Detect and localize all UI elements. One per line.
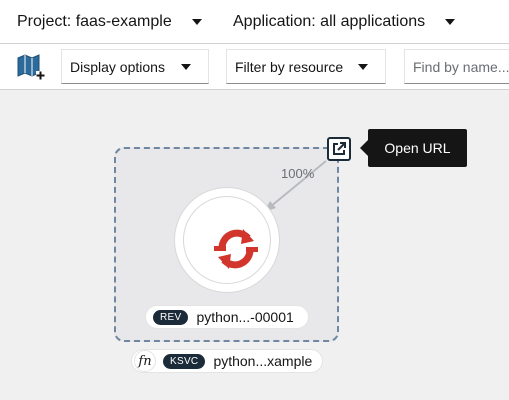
external-link-icon — [333, 142, 346, 155]
traffic-percent-label: 100% — [281, 166, 315, 181]
caret-down-icon — [181, 63, 191, 70]
function-icon: fn — [134, 350, 156, 372]
display-options-dropdown[interactable]: Display options — [61, 49, 209, 84]
caret-down-icon — [191, 19, 202, 25]
topology-toolbar: Display options Filter by resource — [0, 44, 509, 90]
revision-name: python...-00001 — [196, 309, 294, 325]
project-bar: Project: faas-example Application: all a… — [0, 0, 509, 44]
open-url-tooltip-text: Open URL — [384, 140, 451, 156]
service-label[interactable]: fn KSVC python...xample — [131, 349, 323, 373]
open-url-tooltip: Open URL — [368, 129, 467, 167]
service-name: python...xample — [213, 353, 313, 369]
caret-down-icon — [445, 19, 456, 25]
filter-by-resource-dropdown[interactable]: Filter by resource — [226, 49, 386, 84]
find-by-name-input[interactable] — [404, 49, 509, 84]
revision-node[interactable] — [174, 187, 280, 293]
openshift-serverless-logo-icon — [214, 229, 258, 269]
revision-label[interactable]: REV python...-00001 — [145, 305, 309, 329]
caret-down-icon — [358, 63, 368, 70]
open-url-button[interactable] — [327, 137, 351, 161]
revision-node-ring — [183, 196, 271, 284]
application-dropdown-label: Application: all applications — [233, 13, 426, 30]
ksvc-badge: KSVC — [163, 353, 206, 369]
project-dropdown[interactable]: Project: faas-example — [17, 0, 202, 44]
application-dropdown[interactable]: Application: all applications — [233, 0, 456, 44]
filter-by-resource-label: Filter by resource — [235, 58, 344, 75]
tooltip-arrow — [360, 140, 368, 156]
display-options-label: Display options — [70, 58, 165, 75]
rev-badge: REV — [153, 309, 189, 325]
topology-book-icon[interactable] — [15, 52, 47, 82]
project-dropdown-label: Project: faas-example — [17, 13, 172, 30]
